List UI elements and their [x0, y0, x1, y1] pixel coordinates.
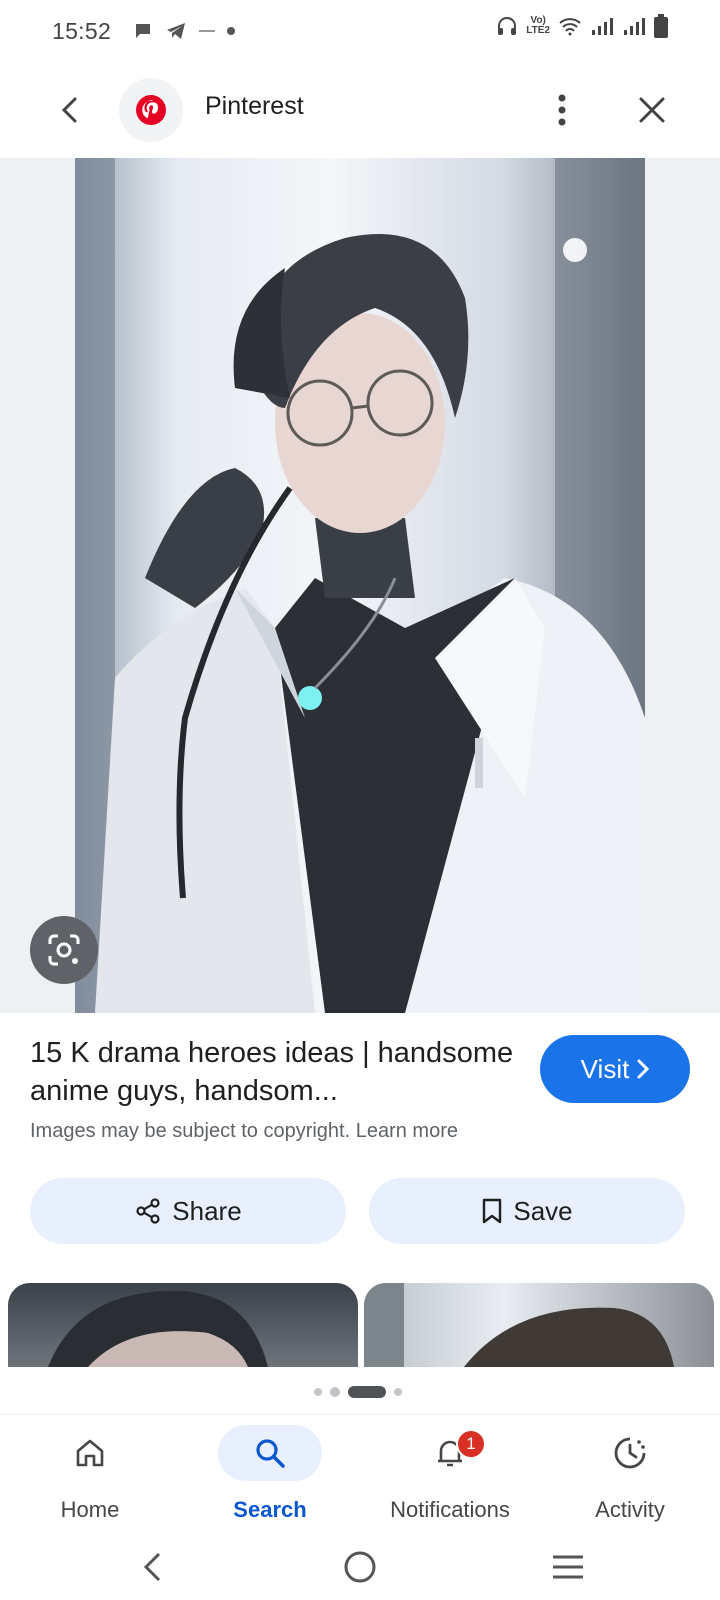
visit-label: Visit — [580, 1053, 630, 1084]
site-title: Pinterest — [205, 92, 304, 120]
status-time: 15:52 — [52, 17, 112, 44]
nav-notifications[interactable]: 1 Notifications — [360, 1415, 540, 1535]
nav-home[interactable]: Home — [0, 1415, 180, 1535]
home-icon — [76, 1439, 104, 1467]
battery-icon — [654, 14, 668, 38]
nav-search[interactable]: Search — [180, 1415, 360, 1535]
system-navigation-bar — [0, 1534, 720, 1600]
image-preview-area — [0, 158, 720, 1013]
search-icon — [256, 1439, 285, 1468]
status-bar: 15:52 Vo) LTE2 — [0, 0, 720, 62]
related-image-thumbnail[interactable] — [364, 1283, 714, 1367]
bottom-navigation: Home Search 1 Notifications Activity — [0, 1414, 720, 1534]
volte-indicator: Vo) LTE2 — [526, 15, 550, 36]
more-vert-icon — [558, 94, 566, 126]
dot-icon — [227, 27, 236, 35]
bookmark-icon — [483, 1198, 502, 1224]
copyright-text: Images may be subject to copyright. — [30, 1120, 351, 1142]
system-home-button[interactable] — [330, 1542, 390, 1592]
pager-dot — [330, 1387, 340, 1397]
pager-indicator — [314, 1386, 402, 1398]
pager-dot-active — [348, 1386, 386, 1398]
status-notification-icons — [133, 21, 236, 41]
signal-icon — [624, 18, 645, 35]
system-back-icon — [143, 1552, 161, 1582]
google-lens-icon — [48, 934, 80, 966]
custom-tab-header: Pinterest — [0, 62, 720, 158]
menu-icon — [553, 1555, 583, 1579]
system-home-icon — [344, 1551, 376, 1583]
telegram-icon — [167, 23, 186, 39]
save-label: Save — [513, 1195, 573, 1226]
system-back-button[interactable] — [122, 1542, 182, 1592]
back-button[interactable] — [46, 86, 94, 134]
nav-search-label: Search — [233, 1497, 307, 1522]
share-label: Share — [172, 1195, 242, 1226]
system-recents-button[interactable] — [538, 1542, 598, 1592]
headphones-icon — [498, 17, 517, 35]
pinterest-logo-icon — [136, 95, 166, 125]
wifi-dot-icon — [199, 30, 216, 32]
visit-button[interactable]: Visit — [540, 1035, 690, 1103]
site-favicon — [119, 78, 183, 142]
result-title[interactable]: 15 K drama heroes ideas | handsome anime… — [30, 1034, 520, 1110]
learn-more-link[interactable]: Learn more — [356, 1120, 458, 1142]
close-icon — [639, 97, 665, 123]
nav-activity-label: Activity — [595, 1497, 665, 1522]
share-icon — [136, 1198, 160, 1224]
google-lens-button[interactable] — [30, 916, 98, 984]
nav-notifications-label: Notifications — [390, 1497, 510, 1522]
pager-dot — [314, 1388, 322, 1396]
save-button[interactable]: Save — [369, 1178, 685, 1244]
share-button[interactable]: Share — [30, 1178, 346, 1244]
chat-bubble-icon — [136, 24, 151, 38]
result-image[interactable] — [75, 158, 645, 1013]
status-system-icons: Vo) LTE2 — [496, 14, 668, 38]
activity-icon — [614, 1437, 646, 1469]
chevron-right-icon — [637, 1059, 650, 1079]
close-button[interactable] — [628, 86, 676, 134]
chevron-left-icon — [61, 97, 77, 123]
wifi-icon — [559, 18, 581, 36]
notification-badge: 1 — [456, 1429, 486, 1459]
illustration-artwork — [75, 158, 645, 1013]
nav-activity[interactable]: Activity — [540, 1415, 720, 1535]
signal-icon — [592, 18, 613, 35]
related-image-thumbnail[interactable] — [8, 1283, 358, 1367]
pager-dot — [394, 1388, 402, 1396]
nav-home-label: Home — [60, 1497, 120, 1522]
more-options-button[interactable] — [540, 86, 584, 134]
copyright-notice: Images may be subject to copyright. Lear… — [30, 1120, 458, 1143]
